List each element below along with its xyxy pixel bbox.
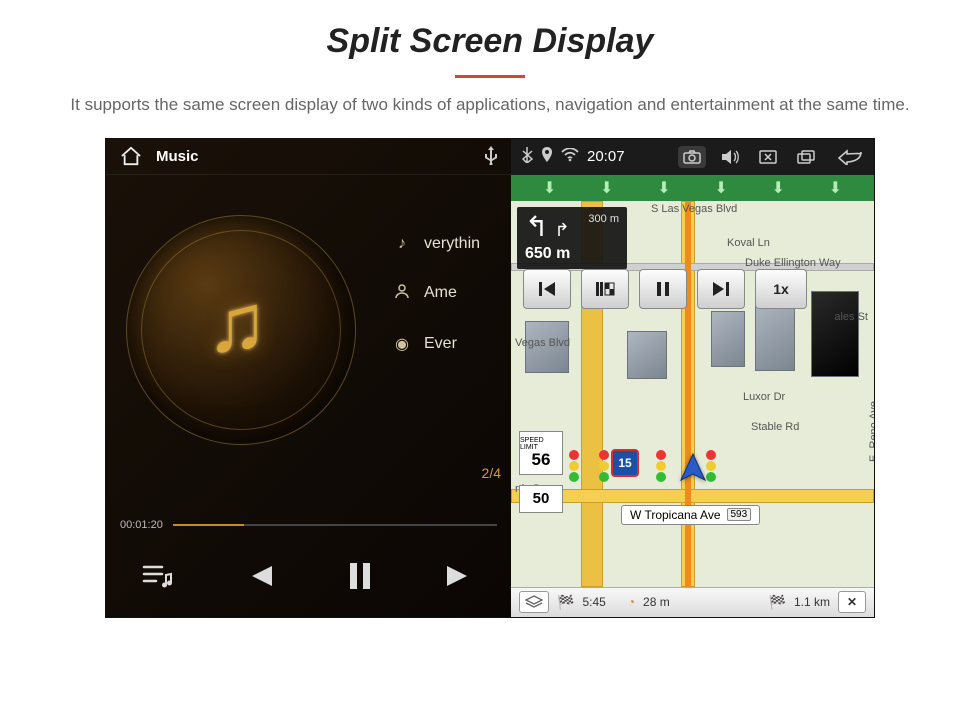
map-label: Vegas Blvd	[515, 337, 570, 349]
home-icon[interactable]	[120, 146, 142, 166]
traffic-light-icon	[599, 450, 609, 483]
map-label: E. Reno Ave	[868, 401, 874, 462]
music-header-label: Music	[156, 148, 199, 165]
disc-icon: ◉	[392, 334, 412, 354]
artist-name: Ame	[424, 284, 457, 302]
map-label: S Las Vegas Blvd	[651, 203, 737, 215]
prev-button[interactable]	[244, 563, 274, 589]
album-name: Ever	[424, 335, 457, 353]
clock-time: 20:07	[587, 148, 625, 165]
turn-right-small-icon: ↱	[554, 220, 569, 241]
pause-button[interactable]	[347, 561, 373, 591]
usb-icon	[485, 145, 497, 168]
turn-panel: ↰ ↱ 300 m 650 m	[517, 207, 627, 269]
sim-restart-button[interactable]	[581, 269, 629, 309]
turn-secondary-distance: 300 m	[588, 213, 619, 225]
album-row: ◉ Ever	[392, 334, 480, 354]
recent-apps-icon[interactable]	[792, 146, 820, 168]
map-label: Koval Ln	[727, 237, 770, 249]
sim-speed-button[interactable]: 1x	[755, 269, 807, 309]
album-section: ♫ ♪ verythin Ame ◉ Ever 2/4	[106, 175, 511, 515]
title-underline	[455, 75, 525, 78]
distance-flag-icon: 🏁	[769, 594, 786, 611]
nav-bottom-bar: 🏁 5:45 ◔ 28 m 🏁 1.1 km ✕	[511, 587, 874, 617]
lane-arrow-icon: ⬇	[600, 178, 613, 198]
current-street-number: 593	[727, 508, 752, 521]
destination-flag-icon: 🏁	[557, 594, 574, 611]
back-icon[interactable]	[836, 146, 864, 168]
map-label: Luxor Dr	[743, 391, 785, 403]
lane-arrow-icon: ⬇	[543, 178, 556, 198]
current-street-name: W Tropicana Ave	[630, 508, 721, 522]
music-pane: Music ♫ ♪ verythin Ame	[106, 139, 511, 617]
album-art: ♫	[126, 215, 356, 445]
current-street-badge: W Tropicana Ave 593	[621, 505, 760, 525]
sim-next-button[interactable]	[697, 269, 745, 309]
nav-close-button[interactable]: ✕	[838, 591, 866, 613]
wifi-icon	[561, 148, 579, 165]
track-title-row: ♪ verythin	[392, 235, 480, 253]
remaining-time: 28 m	[643, 595, 670, 609]
track-counter: 2/4	[482, 465, 501, 481]
elapsed-time: 00:01:20	[120, 519, 163, 531]
lane-arrow-icon: ⬇	[772, 178, 785, 198]
sim-prev-button[interactable]	[523, 269, 571, 309]
track-info: ♪ verythin Ame ◉ Ever	[392, 235, 480, 354]
music-controls	[106, 541, 511, 611]
lane-arrow-icon: ⬇	[714, 178, 727, 198]
map-media-controls: 1x	[523, 269, 807, 309]
map-label: ales St	[834, 311, 868, 323]
location-icon	[541, 147, 553, 166]
page-title: Split Screen Display	[0, 22, 980, 61]
map-label: Stable Rd	[751, 421, 799, 433]
traffic-light-icon	[656, 450, 666, 483]
map-scale[interactable]: 50	[519, 485, 563, 513]
map-layers-button[interactable]	[519, 591, 549, 613]
progress-row: 00:01:20	[106, 519, 511, 531]
eta-value: 5:45	[582, 595, 605, 609]
navigation-pane: 20:07 ⬇ ⬇ ⬇ ⬇ ⬇ ⬇	[511, 139, 874, 617]
next-button[interactable]	[445, 563, 475, 589]
warning-icon: ◔	[628, 595, 635, 609]
device-screenshot: Music ♫ ♪ verythin Ame	[105, 138, 875, 618]
sim-pause-button[interactable]	[639, 269, 687, 309]
lane-arrow-icon: ⬇	[657, 178, 670, 198]
traffic-light-icon	[569, 450, 579, 483]
remaining-distance: 1.1 km	[794, 595, 830, 609]
progress-bar[interactable]	[173, 524, 497, 526]
turn-left-icon: ↰	[525, 213, 548, 241]
speed-limit-sign: SPEED LIMIT 56	[519, 431, 563, 475]
bluetooth-icon	[521, 147, 533, 166]
lane-guidance-bar: ⬇ ⬇ ⬇ ⬇ ⬇ ⬇	[511, 175, 874, 201]
music-note-icon: ♫	[206, 277, 268, 371]
person-icon	[392, 283, 412, 304]
turn-main-distance: 650 m	[525, 245, 619, 263]
artist-row: Ame	[392, 283, 480, 304]
page-subtitle: It supports the same screen display of t…	[50, 92, 930, 118]
playlist-button[interactable]	[142, 563, 172, 589]
screenshot-icon[interactable]	[678, 146, 706, 168]
current-position-icon	[677, 452, 709, 489]
track-title: verythin	[424, 235, 480, 253]
volume-icon[interactable]	[716, 146, 744, 168]
note-icon: ♪	[392, 235, 412, 253]
map-label: Duke Ellington Way	[745, 257, 841, 269]
lane-arrow-icon: ⬇	[829, 178, 842, 198]
route-shield: 15	[611, 449, 639, 477]
music-top-bar: Music	[106, 139, 511, 175]
close-app-icon[interactable]	[754, 146, 782, 168]
status-bar: 20:07	[511, 139, 874, 175]
